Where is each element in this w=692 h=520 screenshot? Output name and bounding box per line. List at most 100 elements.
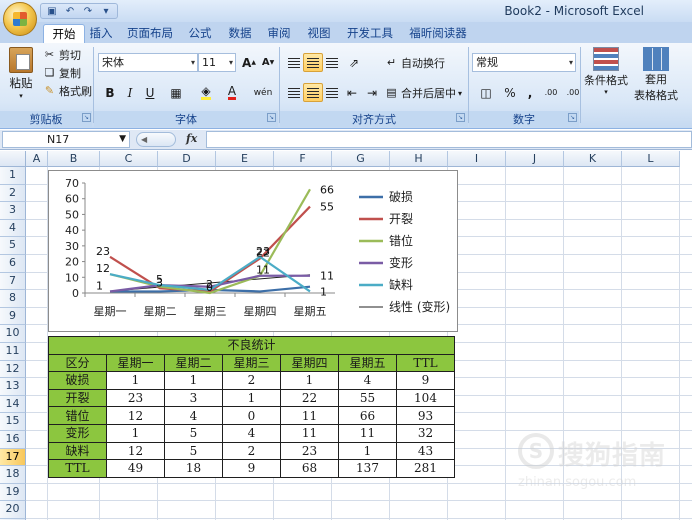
column-header-c[interactable]: C [100, 151, 158, 167]
format-as-table-button[interactable]: 套用 表格格式 [630, 47, 682, 103]
number-format-select[interactable]: 常规 ▾ [472, 53, 576, 72]
row-header-13[interactable]: 13 [0, 378, 26, 396]
select-all-button[interactable] [0, 151, 26, 167]
table-cell[interactable]: 93 [396, 406, 455, 425]
table-cell[interactable]: 281 [396, 459, 455, 478]
worksheet-grid[interactable]: ABCDEFGHIJKL 1 2 3 4 5 6 7 8 9 10 11 12 13 14 15 16 17 18… [0, 151, 692, 520]
tab-insert[interactable]: 插入 [85, 24, 117, 43]
tab-review[interactable]: 审阅 [262, 24, 296, 43]
row-header-17[interactable]: 17 [0, 448, 26, 467]
table-cell[interactable]: 0 [222, 406, 281, 425]
row-header-6[interactable]: 6 [0, 255, 26, 273]
merge-center-button[interactable]: ▤ 合并后居中 ▾ [384, 85, 462, 101]
row-header-5[interactable]: 5 [0, 237, 26, 255]
decrease-indent-button[interactable]: ⇤ [342, 83, 362, 102]
row-header-3[interactable]: 3 [0, 202, 26, 220]
table-cell[interactable]: 49 [106, 459, 165, 478]
align-middle-button[interactable] [303, 53, 323, 72]
orientation-button[interactable]: ⇗ [344, 53, 364, 72]
table-header-cell[interactable]: TTL [396, 353, 455, 373]
row-header-14[interactable]: 14 [0, 395, 26, 414]
tab-data[interactable]: 数据 [222, 24, 258, 43]
table-cell[interactable]: 4 [164, 406, 223, 425]
office-button[interactable] [3, 2, 37, 36]
table-cell[interactable]: 4 [338, 371, 397, 390]
table-cell[interactable]: 137 [338, 459, 397, 478]
table-header-cell[interactable]: 星期二 [164, 353, 223, 373]
table-header-cell[interactable]: 区分 [48, 353, 107, 373]
column-header-b[interactable]: B [48, 151, 100, 167]
table-cell[interactable]: 22 [280, 388, 339, 408]
table-cell[interactable]: 9 [396, 371, 455, 390]
table-cell[interactable]: 55 [338, 388, 397, 408]
column-header-j[interactable]: J [506, 151, 564, 167]
align-right-button[interactable] [322, 83, 342, 102]
row-header-12[interactable]: 12 [0, 360, 26, 379]
name-box[interactable]: N17 ▼ [2, 131, 130, 148]
table-cell[interactable]: 1 [338, 441, 397, 461]
column-header-f[interactable]: F [274, 151, 332, 167]
row-header-1[interactable]: 1 [0, 167, 26, 185]
table-cell[interactable]: 43 [396, 441, 455, 461]
table-cell[interactable]: 11 [280, 406, 339, 425]
dialog-launcher-icon[interactable]: ↘ [267, 113, 276, 122]
row-header-9[interactable]: 9 [0, 307, 26, 326]
table-cell[interactable]: 18 [164, 459, 223, 478]
row-header-11[interactable]: 11 [0, 343, 26, 361]
table-cell[interactable]: 12 [106, 441, 165, 461]
table-row-label[interactable]: 破损 [48, 371, 107, 390]
align-left-button[interactable] [284, 83, 304, 102]
format-painter-button[interactable]: ✎ 格式刷 [42, 83, 92, 99]
row-header-18[interactable]: 18 [0, 466, 26, 484]
table-cell[interactable]: 104 [396, 388, 455, 408]
tab-page-layout[interactable]: 页面布局 [120, 24, 180, 43]
column-header-e[interactable]: E [216, 151, 274, 167]
shrink-font-button[interactable]: A ▼ [258, 53, 278, 72]
table-header-cell[interactable]: 星期四 [280, 353, 339, 373]
table-header-cell[interactable]: 星期一 [106, 353, 165, 373]
percent-button[interactable]: % [500, 83, 520, 102]
grow-font-button[interactable]: A ▲ [239, 53, 259, 72]
column-header-i[interactable]: I [448, 151, 506, 167]
table-row-label[interactable]: 变形 [48, 423, 107, 443]
table-header-cell[interactable]: 星期三 [222, 353, 281, 373]
table-cell[interactable]: 11 [280, 423, 339, 443]
table-row-label[interactable]: 缺料 [48, 441, 107, 461]
cut-button[interactable]: ✂ 剪切 [42, 47, 81, 63]
insert-function-button[interactable]: fx [186, 132, 197, 145]
table-cell[interactable]: 4 [222, 423, 281, 443]
table-cell[interactable]: 12 [106, 406, 165, 425]
formula-bar-resize-handle[interactable]: ◀ [136, 132, 176, 147]
table-cell[interactable]: 3 [164, 388, 223, 408]
tab-formulas[interactable]: 公式 [184, 24, 216, 43]
table-header-cell[interactable]: 星期五 [338, 353, 397, 373]
table-cell[interactable]: 2 [222, 371, 281, 390]
tab-view[interactable]: 视图 [302, 24, 336, 43]
phonetic-button[interactable]: wén [250, 83, 276, 102]
column-header-k[interactable]: K [564, 151, 622, 167]
bold-button[interactable]: B [100, 83, 120, 102]
underline-button[interactable]: U [140, 83, 160, 102]
dialog-launcher-icon[interactable]: ↘ [456, 113, 465, 122]
table-title[interactable]: 不良统计 [48, 336, 455, 355]
borders-button[interactable]: ▦ [166, 83, 186, 102]
increase-indent-button[interactable]: ⇥ [362, 83, 382, 102]
table-row-label[interactable]: 错位 [48, 406, 107, 425]
row-header-19[interactable]: 19 [0, 483, 26, 502]
table-cell[interactable]: 1 [106, 423, 165, 443]
row-header-20[interactable]: 20 [0, 501, 26, 519]
font-name-select[interactable]: 宋体 ▾ [98, 53, 198, 72]
copy-button[interactable]: ❏ 复制 [42, 65, 81, 81]
table-cell[interactable]: 11 [338, 423, 397, 443]
align-top-button[interactable] [284, 53, 304, 72]
tab-home[interactable]: 开始 [43, 24, 85, 43]
column-header-a[interactable]: A [26, 151, 48, 167]
dialog-launcher-icon[interactable]: ↘ [82, 113, 91, 122]
wrap-text-button[interactable]: ↵ 自动换行 [384, 55, 445, 71]
line-chart[interactable]: 0 10 20 30 40 50 60 70 星期一 星期二 星期三 星期四 星期五 23 12 1 5 3 0 2 2… [48, 170, 458, 332]
table-cell[interactable]: 32 [396, 423, 455, 443]
table-cell[interactable]: 23 [280, 441, 339, 461]
table-cell[interactable]: 5 [164, 441, 223, 461]
column-header-l[interactable]: L [622, 151, 680, 167]
row-header-8[interactable]: 8 [0, 290, 26, 308]
